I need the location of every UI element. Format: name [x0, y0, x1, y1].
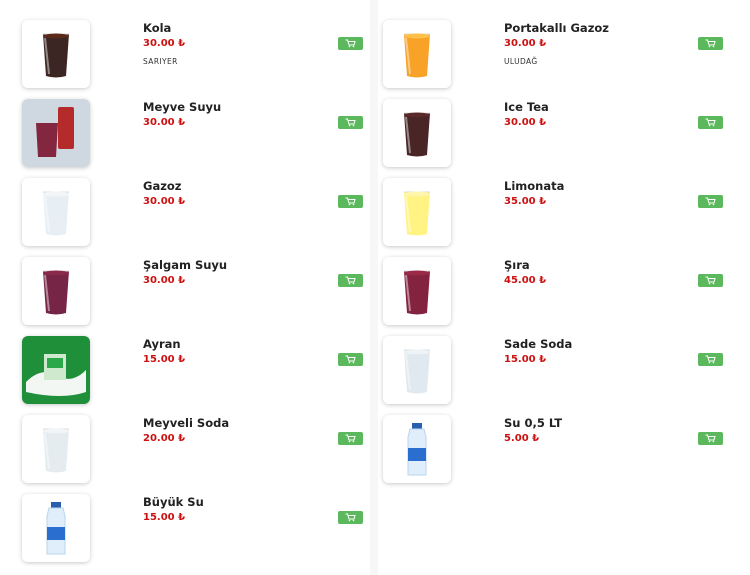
fruit-soda-glass-icon[interactable]	[22, 415, 90, 483]
add-to-cart-button[interactable]	[338, 37, 363, 50]
product-brand: SARIYER	[143, 57, 178, 66]
cart-icon	[705, 197, 716, 206]
ayran-splash-icon[interactable]	[22, 336, 90, 404]
add-to-cart-button[interactable]	[698, 116, 723, 129]
cart-icon	[345, 118, 356, 127]
orange-soda-glass-icon[interactable]	[383, 20, 451, 88]
product-item-meyve-suyu: Meyve Suyu 30.00 ₺	[0, 79, 370, 167]
product-item-salgam-suyu: Şalgam Suyu 30.00 ₺	[0, 237, 370, 325]
product-item-limonata: Limonata 35.00 ₺	[378, 158, 750, 246]
product-price: 20.00 ₺	[143, 433, 186, 444]
product-item-sade-soda: Sade Soda 15.00 ₺	[378, 316, 750, 404]
add-to-cart-button[interactable]	[698, 432, 723, 445]
product-brand: ULUDAĞ	[504, 57, 538, 66]
cola-glass-icon[interactable]	[22, 20, 90, 88]
add-to-cart-button[interactable]	[338, 274, 363, 287]
product-name: Su 0,5 LT	[504, 416, 563, 430]
product-price: 30.00 ₺	[143, 38, 186, 49]
sira-glass-icon[interactable]	[383, 257, 451, 325]
cart-icon	[345, 197, 356, 206]
product-name: Limonata	[504, 179, 565, 193]
cart-icon	[705, 355, 716, 364]
large-water-bottle-icon[interactable]	[22, 494, 90, 562]
add-to-cart-button[interactable]	[698, 353, 723, 366]
product-name: Sade Soda	[504, 337, 573, 351]
product-price: 30.00 ₺	[143, 275, 186, 286]
product-name: Şalgam Suyu	[143, 258, 228, 272]
ice-tea-glass-icon[interactable]	[383, 99, 451, 167]
left-column: Kola 30.00 ₺ SARIYER Meyve Suyu 30.00 ₺ Gazoz…	[0, 0, 370, 575]
cart-icon	[705, 434, 716, 443]
product-name: Gazoz	[143, 179, 182, 193]
add-to-cart-button[interactable]	[338, 353, 363, 366]
product-price: 45.00 ₺	[504, 275, 547, 286]
add-to-cart-button[interactable]	[698, 195, 723, 208]
cart-icon	[345, 39, 356, 48]
menu-page: Kola 30.00 ₺ SARIYER Meyve Suyu 30.00 ₺ Gazoz…	[0, 0, 750, 575]
product-price: 15.00 ₺	[504, 354, 547, 365]
add-to-cart-button[interactable]	[338, 432, 363, 445]
product-item-ice-tea: Ice Tea 30.00 ₺	[378, 79, 750, 167]
product-price: 15.00 ₺	[143, 512, 186, 523]
water-bottle-icon[interactable]	[383, 415, 451, 483]
add-to-cart-button[interactable]	[338, 195, 363, 208]
turnip-juice-glass-icon[interactable]	[22, 257, 90, 325]
product-price: 30.00 ₺	[143, 117, 186, 128]
add-to-cart-button[interactable]	[338, 511, 363, 524]
add-to-cart-button[interactable]	[698, 37, 723, 50]
lemonade-glass-icon[interactable]	[383, 178, 451, 246]
product-name: Portakallı Gazoz	[504, 21, 609, 35]
clear-soda-glass-icon[interactable]	[22, 178, 90, 246]
product-item-kola: Kola 30.00 ₺ SARIYER	[0, 0, 370, 88]
product-item-gazoz: Gazoz 30.00 ₺	[0, 158, 370, 246]
product-price: 30.00 ₺	[504, 38, 547, 49]
cart-icon	[705, 118, 716, 127]
right-column: Portakallı Gazoz 30.00 ₺ ULUDAĞ Ice Tea 30.0…	[378, 0, 750, 575]
product-price: 30.00 ₺	[143, 196, 186, 207]
product-item-ayran: Ayran 15.00 ₺	[0, 316, 370, 404]
cart-icon	[705, 276, 716, 285]
product-item-portakalli-gazoz: Portakallı Gazoz 30.00 ₺ ULUDAĞ	[378, 0, 750, 88]
product-name: Şıra	[504, 258, 530, 272]
product-item-meyveli-soda: Meyveli Soda 20.00 ₺	[0, 395, 370, 483]
product-item-buyuk-su: Büyük Su 15.00 ₺	[0, 474, 370, 562]
product-price: 30.00 ₺	[504, 117, 547, 128]
cart-icon	[345, 276, 356, 285]
cart-icon	[345, 513, 356, 522]
product-name: Ice Tea	[504, 100, 549, 114]
product-name: Büyük Su	[143, 495, 204, 509]
add-to-cart-button[interactable]	[338, 116, 363, 129]
product-item-sira: Şıra 45.00 ₺	[378, 237, 750, 325]
plain-soda-glass-icon[interactable]	[383, 336, 451, 404]
juice-can-icon[interactable]	[22, 99, 90, 167]
product-name: Meyveli Soda	[143, 416, 230, 430]
product-item-su-0-5-lt: Su 0,5 LT 5.00 ₺	[378, 395, 750, 483]
cart-icon	[705, 39, 716, 48]
product-name: Ayran	[143, 337, 181, 351]
product-price: 15.00 ₺	[143, 354, 186, 365]
cart-icon	[345, 434, 356, 443]
product-price: 5.00 ₺	[504, 433, 540, 444]
product-name: Kola	[143, 21, 172, 35]
add-to-cart-button[interactable]	[698, 274, 723, 287]
cart-icon	[345, 355, 356, 364]
product-price: 35.00 ₺	[504, 196, 547, 207]
product-name: Meyve Suyu	[143, 100, 222, 114]
